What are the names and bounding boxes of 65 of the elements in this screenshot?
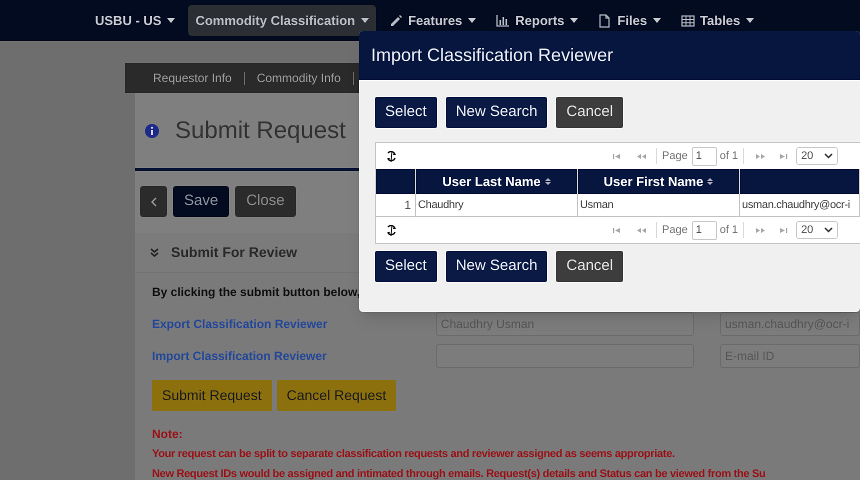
intro-text: By clicking the submit button below, <box>152 284 362 301</box>
refresh-icon <box>385 224 398 236</box>
cancel-button[interactable]: Cancel <box>556 97 624 128</box>
chevron-down-icon <box>824 153 834 159</box>
table-cell[interactable]: Usman <box>578 194 740 216</box>
next-page-icon <box>756 152 766 160</box>
cancel-button[interactable]: Cancel Request <box>276 380 396 411</box>
caret-icon <box>570 18 578 23</box>
info-icon <box>145 124 159 138</box>
table-icon <box>681 14 696 28</box>
back-button[interactable] <box>140 186 167 217</box>
page-title: Submit Request <box>175 116 346 146</box>
select-button[interactable]: Select <box>375 251 437 282</box>
first-page-icon <box>613 226 621 234</box>
chevron-down-icon <box>824 227 834 233</box>
note-title: Note: <box>152 426 184 443</box>
note-text: New Request IDs would be assigned and intimated through emails. Request(s) details and Status can be viewed from the Su <box>152 466 766 480</box>
last-page-icon <box>780 226 788 234</box>
sort-icon <box>544 178 551 185</box>
nav-menu[interactable]: Files <box>591 5 668 36</box>
caret-icon <box>468 18 476 23</box>
caret-icon <box>167 18 176 23</box>
table-cell[interactable]: Chaudhry <box>416 194 578 216</box>
save-button[interactable]: Save <box>173 186 230 217</box>
nav-menu[interactable]: Commodity Classification <box>188 5 376 36</box>
cancel-button[interactable]: Cancel <box>556 251 624 282</box>
caret-icon <box>361 18 370 23</box>
column-header[interactable]: User First Name <box>604 172 704 192</box>
subnav-tab[interactable]: Requestor Info <box>141 72 245 84</box>
pencil-icon <box>389 14 404 28</box>
page-count: of 1 <box>720 222 744 238</box>
new-search-button[interactable]: New Search <box>446 251 548 282</box>
subnav-tab[interactable]: Commodity Info <box>244 72 354 84</box>
previous-page-icon <box>637 152 647 160</box>
note-text: Your request can be split to separate classification requests and reviewer assigned as seems appropriate. <box>152 447 676 462</box>
nav-menu[interactable]: USBU - US <box>88 5 182 36</box>
page-label: Page <box>656 148 688 164</box>
nav-menu[interactable]: Tables <box>674 5 762 36</box>
page-size-select[interactable]: 20 <box>796 221 838 239</box>
modal-title: Import Classification Reviewer <box>371 44 614 67</box>
nav-menu[interactable]: Features <box>382 5 484 36</box>
new-search-button[interactable]: New Search <box>446 97 548 128</box>
row-number: 1 <box>376 194 416 216</box>
bar-chart-icon <box>496 14 510 28</box>
first-page-icon <box>613 152 621 160</box>
column-header[interactable]: User Last Name <box>442 172 541 192</box>
close-button[interactable]: Close <box>235 186 296 217</box>
double-chevron-down-icon <box>150 248 159 257</box>
nav-menu[interactable]: Reports <box>489 5 586 36</box>
refresh-icon <box>385 150 398 162</box>
sort-icon <box>707 178 714 185</box>
submit-button[interactable]: Submit Request <box>152 380 272 411</box>
page-label: Page <box>656 222 688 238</box>
page-size-select[interactable]: 20 <box>796 147 838 165</box>
caret-icon <box>746 18 754 23</box>
caret-icon <box>653 18 662 23</box>
file-icon <box>598 14 612 28</box>
chevron-left-icon <box>150 196 158 206</box>
table-cell[interactable]: usman.chaudhry@ocr-i <box>740 194 860 216</box>
page-field[interactable]: 1 <box>692 146 717 166</box>
page-count: of 1 <box>720 148 744 164</box>
section-title: Submit For Review <box>171 243 298 262</box>
page-field[interactable]: 1 <box>692 220 717 240</box>
select-button[interactable]: Select <box>375 97 437 128</box>
last-page-icon <box>780 152 788 160</box>
